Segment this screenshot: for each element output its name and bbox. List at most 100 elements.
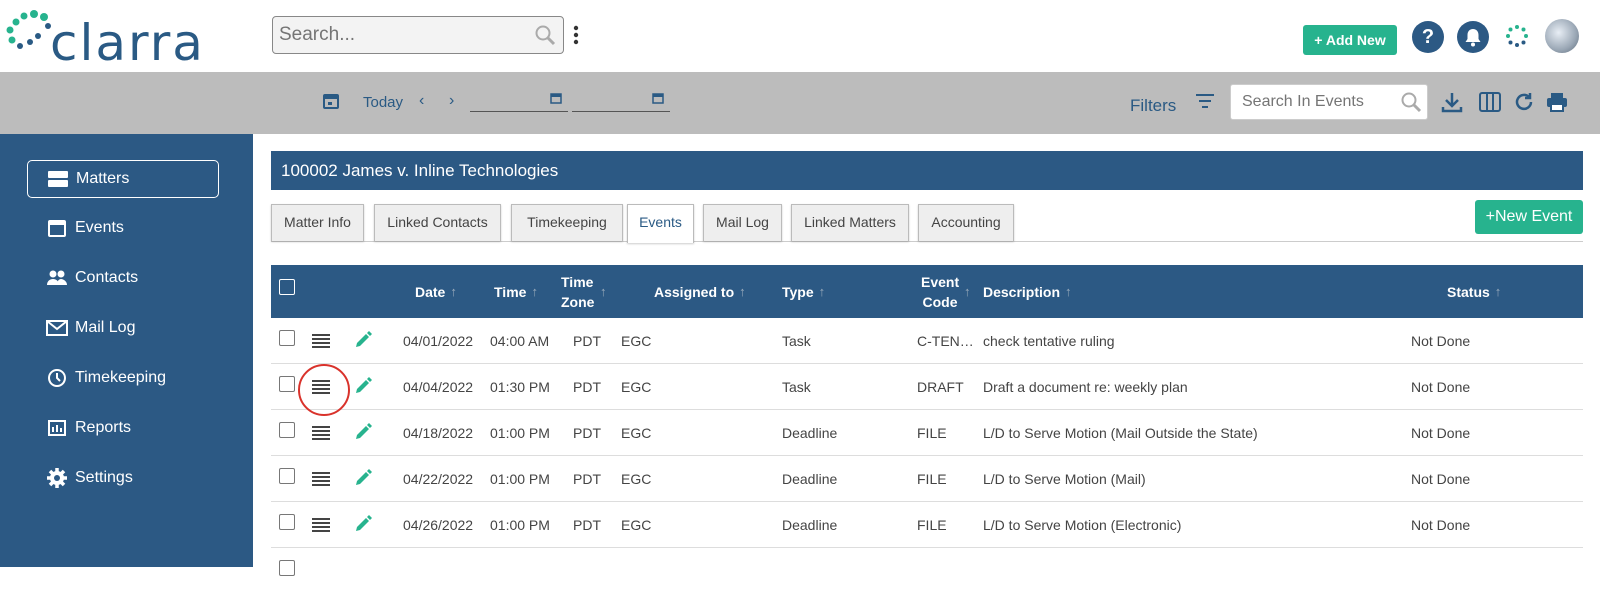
sort-arrow-icon[interactable]: ↑ [964,284,971,299]
column-header-time[interactable]: Time ↑ [494,265,538,318]
sidebar-item-timekeeping[interactable]: Timekeeping [27,359,219,397]
cell-event-code: FILE [917,517,947,533]
cell-event-code: FILE [917,471,947,487]
end-date-input[interactable] [572,88,670,112]
global-search[interactable] [272,16,564,54]
sort-arrow-icon[interactable]: ↑ [739,284,746,299]
sidebar-item-reports[interactable]: Reports [27,409,219,447]
highlight-annotation-circle [298,364,350,416]
tab-matter-info[interactable]: Matter Info [271,204,364,241]
row-checkbox[interactable] [279,514,295,530]
start-date-input[interactable] [470,88,568,112]
search-icon[interactable] [1399,90,1423,114]
row-menu-icon[interactable] [311,426,331,440]
calendar-icon [45,216,69,240]
row-menu-icon[interactable] [311,334,331,348]
row-checkbox[interactable] [279,560,295,576]
user-avatar[interactable] [1545,19,1579,53]
row-checkbox[interactable] [279,330,295,346]
cell-date: 04/22/2022 [403,471,474,487]
cell-status: Not Done [1411,517,1471,533]
tab-accounting[interactable]: Accounting [918,204,1014,241]
row-checkbox[interactable] [279,376,295,392]
filters-label[interactable]: Filters [1130,96,1176,116]
sidebar-item-matters[interactable]: Matters [27,160,219,198]
column-header-time-zone[interactable]: Time Zone ↑ [561,265,621,318]
clock-icon [45,366,69,390]
more-options-icon[interactable] [572,24,580,46]
tab-timekeeping[interactable]: Timekeeping [511,204,623,241]
new-event-button[interactable]: +New Event [1475,200,1583,234]
print-icon[interactable] [1545,90,1569,114]
sidebar-item-label: Mail Log [75,319,136,336]
tab-linked-matters[interactable]: Linked Matters [791,204,909,241]
edit-pencil-icon[interactable] [353,422,373,442]
table-row[interactable]: 04/01/2022 04:00 AM PDT EGC Task C-TENT... che… [271,318,1583,364]
events-toolbar: Today ‹ › Filters [0,72,1600,134]
sidebar-item-label: Settings [75,469,133,486]
select-all-checkbox[interactable] [279,279,295,295]
refresh-icon[interactable] [1512,90,1536,114]
chevron-right-icon[interactable]: › [449,92,454,110]
sidebar-item-contacts[interactable]: Contacts [27,259,219,297]
row-checkbox[interactable] [279,422,295,438]
cell-time-zone: PDT [573,333,601,349]
sidebar-item-mail-log[interactable]: Mail Log [27,309,219,347]
column-header-status[interactable]: Status ↑ [1447,265,1501,318]
sort-arrow-icon[interactable]: ↑ [819,284,826,299]
cell-assigned-to: EGC [621,517,652,533]
add-new-button[interactable]: + Add New [1303,25,1397,55]
table-row[interactable]: 04/22/2022 01:00 PM PDT EGC Deadline FILE L/D … [271,456,1583,502]
help-icon[interactable]: ? [1412,21,1444,53]
sidebar-item-events[interactable]: Events [27,209,219,247]
sort-arrow-icon[interactable]: ↑ [1495,284,1502,299]
columns-icon[interactable] [1478,90,1502,114]
tab-events[interactable]: Events [627,204,694,243]
sidebar-item-settings[interactable]: Settings [27,459,219,497]
sort-arrow-icon[interactable]: ↑ [450,284,457,299]
events-search-input[interactable] [1231,85,1391,119]
cell-type: Task [782,333,811,349]
column-header-event-code[interactable]: Event Code ↑ [921,265,987,318]
search-icon[interactable] [533,23,557,47]
calendar-icon[interactable] [322,92,340,110]
filter-icon[interactable] [1195,92,1215,110]
calendar-icon[interactable] [652,92,664,104]
column-header-assigned-to[interactable]: Assigned to ↑ [654,265,746,318]
edit-pencil-icon[interactable] [353,330,373,350]
column-header-type[interactable]: Type ↑ [782,265,825,318]
cell-type: Deadline [782,425,838,441]
global-search-input[interactable] [273,17,513,53]
matter-tabs: Matter Info Linked Contacts Timekeeping … [271,204,1583,243]
table-row[interactable]: 04/04/2022 01:30 PM PDT EGC Task DRAFT Draft a… [271,364,1583,410]
cell-type: Task [782,379,811,395]
sidebar-item-label: Timekeeping [75,369,167,386]
today-button[interactable]: Today [363,94,403,111]
matters-icon [46,167,70,191]
row-menu-icon[interactable] [311,472,331,486]
calendar-icon[interactable] [550,92,562,104]
cell-description: L/D to Serve Motion (Mail Outside the St… [983,425,1258,441]
tab-linked-contacts[interactable]: Linked Contacts [374,204,501,241]
notifications-bell-icon[interactable] [1457,21,1489,53]
events-search[interactable] [1230,84,1428,120]
edit-pencil-icon[interactable] [353,514,373,534]
sort-arrow-icon[interactable]: ↑ [531,284,538,299]
download-icon[interactable] [1440,90,1464,114]
edit-pencil-icon[interactable] [353,376,373,396]
sort-arrow-icon[interactable]: ↑ [1065,284,1072,299]
column-header-description[interactable]: Description ↑ [983,265,1072,318]
sort-arrow-icon[interactable]: ↑ [600,284,607,299]
edit-pencil-icon[interactable] [353,468,373,488]
tab-mail-log[interactable]: Mail Log [703,204,782,241]
table-row[interactable]: 04/18/2022 01:00 PM PDT EGC Deadline FILE L/D … [271,410,1583,456]
cell-time: 04:00 AM [490,333,550,349]
cell-description: check tentative ruling [983,333,1115,349]
clarra-logo[interactable]: clarra [4,6,254,72]
table-row[interactable]: 04/26/2022 01:00 PM PDT EGC Deadline FILE L/D … [271,502,1583,548]
row-checkbox[interactable] [279,468,295,484]
chevron-left-icon[interactable]: ‹ [419,92,424,110]
column-header-date[interactable]: Date ↑ [415,265,457,318]
cell-status: Not Done [1411,471,1471,487]
row-menu-icon[interactable] [311,518,331,532]
